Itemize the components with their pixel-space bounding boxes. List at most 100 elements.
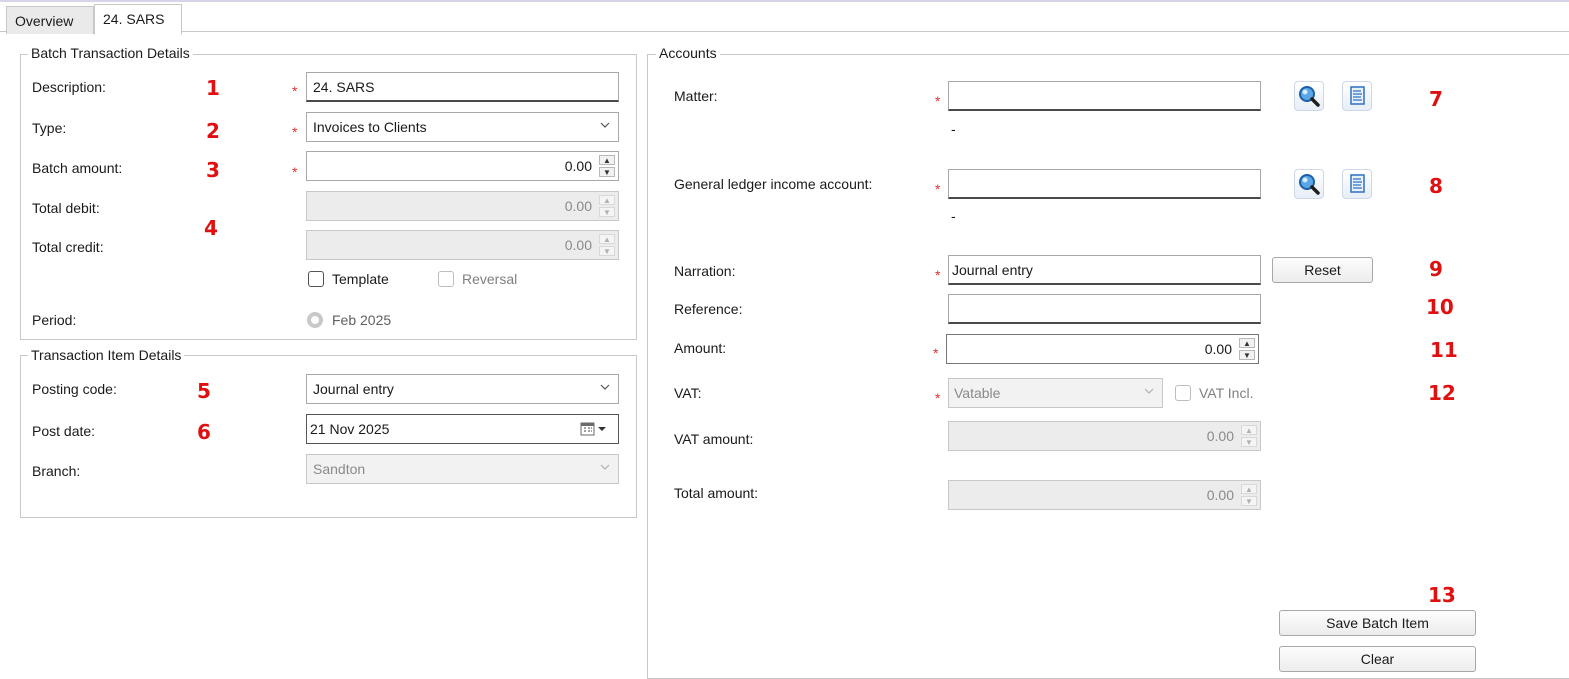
search-icon	[1299, 174, 1320, 195]
chevron-down-icon	[1144, 388, 1154, 394]
batch-amount-input[interactable]: 0.00 ▲ ▼	[306, 151, 619, 181]
vat-amount-value: 0.00	[1206, 428, 1234, 444]
matter-search-button[interactable]	[1294, 81, 1324, 111]
reset-button[interactable]: Reset	[1272, 257, 1373, 283]
total-amount-spinner: ▲ ▼	[1241, 484, 1257, 506]
gl-account-search-button[interactable]	[1294, 169, 1324, 199]
vat-incl-label: VAT Incl.	[1199, 385, 1254, 401]
posting-code-select[interactable]: Journal entry	[306, 374, 619, 404]
posting-code-label: Posting code:	[32, 381, 117, 397]
annotation-12: 12	[1428, 381, 1456, 405]
spin-down-icon: ▼	[1241, 496, 1257, 506]
template-label: Template	[332, 271, 389, 287]
spin-up-icon: ▲	[599, 195, 615, 205]
total-debit-spinner: ▲ ▼	[599, 195, 615, 217]
required-marker: *	[935, 267, 941, 283]
tab-overview[interactable]: Overview	[6, 6, 94, 34]
required-marker: *	[935, 390, 941, 406]
amount-spinner[interactable]: ▲ ▼	[1239, 338, 1255, 360]
transaction-item-details-legend: Transaction Item Details	[28, 347, 185, 363]
annotation-13: 13	[1428, 583, 1456, 607]
tab-24-sars[interactable]: 24. SARS	[94, 4, 182, 35]
save-batch-item-button[interactable]: Save Batch Item	[1279, 610, 1476, 636]
required-marker: *	[935, 93, 941, 109]
required-marker: *	[933, 345, 939, 361]
matter-sub-text: -	[951, 121, 956, 137]
matter-details-button[interactable]	[1342, 81, 1372, 111]
spin-down-icon[interactable]: ▼	[1239, 350, 1255, 360]
type-label: Type:	[32, 120, 67, 136]
total-credit-value: 0.00	[564, 237, 592, 253]
annotation-4: 4	[204, 216, 218, 240]
total-debit-input: 0.00 ▲ ▼	[306, 191, 619, 221]
total-amount-input: 0.00 ▲ ▼	[948, 480, 1261, 510]
annotation-7: 7	[1429, 87, 1443, 111]
narration-input[interactable]: Journal entry	[948, 255, 1261, 285]
gl-account-input[interactable]	[948, 169, 1261, 199]
spin-up-icon[interactable]: ▲	[1239, 338, 1255, 348]
total-amount-value: 0.00	[1206, 487, 1234, 503]
branch-select: Sandton	[306, 454, 619, 484]
gl-account-sub-text: -	[951, 208, 956, 224]
description-label: Description:	[32, 79, 106, 95]
amount-input[interactable]: 0.00 ▲ ▼	[946, 334, 1259, 364]
annotation-6: 6	[197, 420, 211, 444]
batch-amount-label: Batch amount:	[32, 160, 123, 176]
type-select[interactable]: Invoices to Clients	[306, 112, 619, 142]
accounts-legend: Accounts	[656, 45, 720, 61]
annotation-2: 2	[206, 119, 220, 143]
annotation-8: 8	[1429, 174, 1443, 198]
vat-amount-label: VAT amount:	[674, 431, 754, 447]
total-credit-label: Total credit:	[32, 239, 104, 255]
spin-down-icon[interactable]: ▼	[599, 167, 615, 177]
period-label: Period:	[32, 312, 77, 328]
vat-amount-spinner: ▲ ▼	[1241, 425, 1257, 447]
required-marker: *	[292, 124, 298, 140]
narration-label: Narration:	[674, 263, 736, 279]
vat-label: VAT:	[674, 385, 702, 401]
annotation-1: 1	[206, 76, 220, 100]
spin-down-icon: ▼	[599, 207, 615, 217]
gl-account-label: General ledger income account:	[674, 176, 873, 192]
spin-up-icon: ▲	[599, 234, 615, 244]
chevron-down-icon	[600, 464, 610, 470]
spin-down-icon: ▼	[1241, 437, 1257, 447]
description-input[interactable]: 24. SARS	[306, 72, 619, 102]
document-icon	[1350, 174, 1365, 193]
batch-amount-spinner[interactable]: ▲ ▼	[599, 155, 615, 177]
post-date-label: Post date:	[32, 423, 96, 439]
matter-label: Matter:	[674, 88, 718, 104]
clear-button[interactable]: Clear	[1279, 646, 1476, 672]
posting-code-value: Journal entry	[313, 381, 394, 397]
type-select-value: Invoices to Clients	[313, 119, 427, 135]
annotation-10: 10	[1426, 295, 1454, 319]
chevron-down-icon	[600, 122, 610, 128]
required-marker: *	[935, 181, 941, 197]
search-icon	[1299, 86, 1320, 107]
post-date-value: 21 Nov 2025	[310, 421, 390, 437]
reversal-label: Reversal	[462, 271, 518, 287]
matter-input[interactable]	[948, 81, 1261, 111]
vat-select: Vatable	[948, 378, 1163, 408]
vat-incl-checkbox	[1175, 385, 1191, 401]
template-checkbox[interactable]	[308, 271, 324, 287]
calendar-icon[interactable]	[580, 422, 610, 436]
reference-label: Reference:	[674, 301, 743, 317]
reference-input[interactable]	[948, 294, 1261, 324]
annotation-11: 11	[1430, 338, 1458, 362]
batch-transaction-details-legend: Batch Transaction Details	[28, 45, 193, 61]
total-debit-value: 0.00	[564, 198, 592, 214]
total-debit-label: Total debit:	[32, 200, 100, 216]
document-icon	[1350, 86, 1365, 105]
total-amount-label: Total amount:	[674, 485, 759, 501]
spin-up-icon[interactable]: ▲	[599, 155, 615, 165]
reversal-checkbox	[438, 271, 454, 287]
gl-account-details-button[interactable]	[1342, 169, 1372, 199]
annotation-5: 5	[197, 379, 211, 403]
vat-value: Vatable	[954, 385, 1001, 401]
required-marker: *	[292, 164, 298, 180]
annotation-3: 3	[206, 158, 220, 182]
post-date-input[interactable]: 21 Nov 2025	[306, 414, 619, 444]
branch-value: Sandton	[313, 461, 366, 477]
amount-value: 0.00	[1204, 341, 1232, 357]
